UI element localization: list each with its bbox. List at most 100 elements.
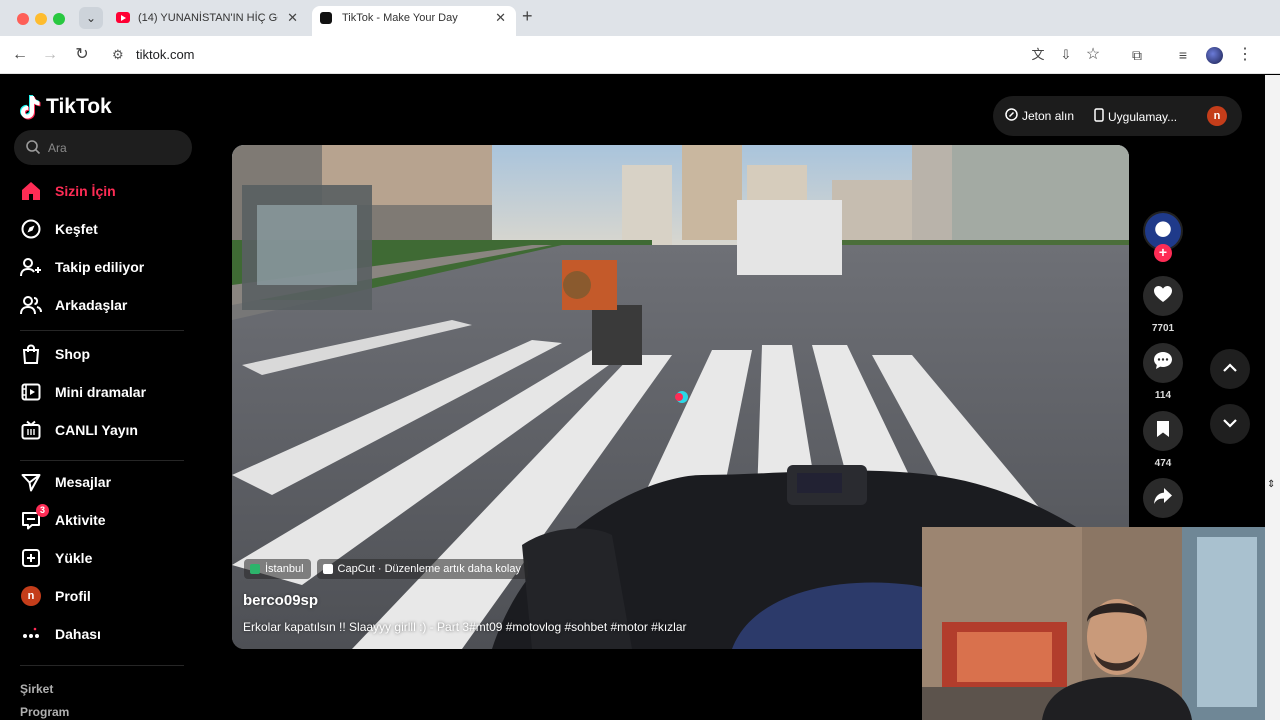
location-tag-label: İstanbul bbox=[265, 563, 304, 575]
user-follow-icon bbox=[20, 256, 42, 278]
capcut-tag[interactable]: CapCut · Düzenleme artık daha kolay bbox=[316, 559, 528, 579]
close-tab-icon[interactable]: ✕ bbox=[495, 6, 506, 30]
save-button[interactable] bbox=[1143, 411, 1183, 451]
upload-plus-icon bbox=[20, 547, 42, 569]
follow-button[interactable]: + bbox=[1154, 244, 1172, 262]
new-tab-button[interactable]: + bbox=[522, 6, 533, 27]
tiktok-note-icon bbox=[20, 94, 42, 120]
youtube-icon bbox=[116, 12, 130, 23]
video-caption: Erkolar kapatılsın !! Slaayyy girlll :) … bbox=[243, 620, 687, 634]
sidebar-item-shop[interactable]: Shop bbox=[20, 340, 90, 368]
sidebar-item-more[interactable]: Dahası bbox=[20, 620, 101, 648]
sidebar-item-explore[interactable]: Keşfet bbox=[20, 215, 98, 243]
back-button[interactable]: ← bbox=[9, 44, 31, 66]
film-icon bbox=[20, 381, 42, 403]
browser-tab-bar: ⌄ (14) YUNANİSTAN'IN HİÇ GÖ ✕ TikTok - M… bbox=[0, 0, 1280, 36]
sidebar-item-mini-dramas[interactable]: Mini dramalar bbox=[20, 378, 146, 406]
browser-profile-avatar[interactable] bbox=[1206, 47, 1223, 64]
sidebar-item-label: Dahası bbox=[55, 626, 101, 642]
browser-menu-icon[interactable]: ⋮ bbox=[1234, 44, 1256, 66]
sidebar-item-profile[interactable]: n Profil bbox=[20, 582, 91, 610]
bookmark-icon bbox=[1156, 420, 1170, 443]
install-app-icon[interactable]: ⇩ bbox=[1055, 44, 1077, 66]
logo-text: TikTok bbox=[46, 95, 112, 118]
close-window-button[interactable] bbox=[17, 13, 29, 25]
share-button[interactable] bbox=[1143, 478, 1183, 518]
browser-tab-youtube[interactable]: (14) YUNANİSTAN'IN HİÇ GÖ ✕ bbox=[108, 6, 308, 36]
search-icon bbox=[25, 139, 41, 155]
sidebar-item-label: Shop bbox=[55, 346, 90, 362]
chevron-down-icon bbox=[1222, 415, 1238, 433]
shopping-bag-icon bbox=[20, 343, 42, 365]
previous-video-button[interactable] bbox=[1210, 349, 1250, 389]
next-video-button[interactable] bbox=[1210, 404, 1250, 444]
sidebar-item-following[interactable]: Takip ediliyor bbox=[20, 253, 144, 281]
comment-count: 114 bbox=[1154, 390, 1172, 401]
sidebar-item-label: Sizin İçin bbox=[55, 183, 116, 199]
video-tags: İstanbul CapCut · Düzenleme artık daha k… bbox=[244, 559, 528, 579]
sidebar-item-for-you[interactable]: Sizin İçin bbox=[20, 177, 116, 205]
sidebar-item-label: Profil bbox=[55, 588, 91, 604]
chevron-down-icon: ⌄ bbox=[85, 11, 97, 25]
comment-button[interactable] bbox=[1143, 343, 1183, 383]
coin-icon bbox=[1005, 108, 1018, 124]
sidebar-item-activity[interactable]: 3 Aktivite bbox=[20, 504, 106, 534]
reload-button[interactable]: ↻ bbox=[71, 44, 93, 66]
forward-button[interactable]: → bbox=[39, 44, 61, 66]
footer-link-company[interactable]: Şirket bbox=[20, 682, 53, 696]
sidebar-item-messages[interactable]: Mesajlar bbox=[20, 468, 111, 496]
more-dots-icon bbox=[20, 623, 42, 645]
get-app-label: Uygulamay... bbox=[1108, 109, 1178, 124]
video-author[interactable]: berco09sp bbox=[243, 592, 318, 609]
home-icon bbox=[20, 180, 42, 202]
share-arrow-icon bbox=[1153, 487, 1173, 510]
sidebar-item-label: Mini dramalar bbox=[55, 384, 147, 400]
capcut-icon bbox=[322, 564, 333, 574]
sidebar-item-label: Yükle bbox=[55, 550, 93, 566]
search-box[interactable] bbox=[14, 130, 192, 165]
location-pin-icon bbox=[250, 564, 260, 574]
sidebar-item-label: Keşfet bbox=[55, 221, 98, 237]
like-button[interactable] bbox=[1143, 276, 1183, 316]
chevron-up-icon bbox=[1222, 360, 1238, 378]
media-control-icon[interactable]: ≡ bbox=[1172, 44, 1194, 66]
get-coins-button[interactable]: Jeton alın bbox=[1005, 108, 1074, 124]
extensions-icon[interactable]: ⧉ bbox=[1126, 44, 1148, 66]
location-tag[interactable]: İstanbul bbox=[244, 559, 311, 579]
address-bar[interactable]: ⚙ tiktok.com bbox=[104, 41, 1114, 69]
maximize-window-button[interactable] bbox=[53, 13, 65, 25]
get-app-button[interactable]: Uygulamay... bbox=[1094, 108, 1177, 125]
search-input[interactable] bbox=[48, 138, 178, 158]
site-info-icon[interactable]: ⚙ bbox=[112, 47, 124, 63]
tiktok-page: TikTok Sizin İçin Keşfet Takip ediliyor bbox=[0, 75, 1265, 720]
tab-search-button[interactable]: ⌄ bbox=[79, 7, 103, 29]
sidebar-item-label: Arkadaşlar bbox=[55, 297, 128, 313]
tiktok-icon bbox=[320, 12, 332, 24]
browser-tab-tiktok[interactable]: TikTok - Make Your Day ✕ bbox=[312, 6, 516, 36]
capcut-tag-label: CapCut · Düzenleme artık daha kolay bbox=[337, 563, 521, 575]
phone-icon bbox=[1094, 108, 1104, 125]
bookmark-star-icon[interactable]: ☆ bbox=[1082, 44, 1104, 66]
tab-title: (14) YUNANİSTAN'IN HİÇ GÖ bbox=[138, 12, 278, 24]
tab-title: TikTok - Make Your Day bbox=[342, 12, 458, 24]
tiktok-logo[interactable]: TikTok bbox=[20, 93, 112, 121]
account-avatar[interactable]: n bbox=[1207, 106, 1227, 126]
sidebar-item-label: Takip ediliyor bbox=[55, 259, 145, 275]
sidebar-item-live[interactable]: CANLI Yayın bbox=[20, 416, 138, 444]
profile-avatar: n bbox=[20, 585, 42, 607]
sidebar-item-label: Aktivite bbox=[55, 512, 106, 528]
heart-icon bbox=[1153, 285, 1173, 308]
minimize-window-button[interactable] bbox=[35, 13, 47, 25]
comment-icon bbox=[1153, 351, 1173, 375]
sidebar-item-upload[interactable]: Yükle bbox=[20, 544, 92, 572]
sidebar-item-friends[interactable]: Arkadaşlar bbox=[20, 291, 127, 319]
top-actions-bar: Jeton alın Uygulamay... n bbox=[993, 96, 1242, 136]
sidebar-divider bbox=[20, 460, 184, 461]
page-scrollbar[interactable]: ⇕ bbox=[1265, 75, 1280, 720]
close-tab-icon[interactable]: ✕ bbox=[287, 6, 298, 30]
resize-handle-icon: ⇕ bbox=[1267, 479, 1276, 490]
webcam-image bbox=[922, 527, 1265, 720]
sidebar-item-label: Mesajlar bbox=[55, 474, 112, 490]
translate-icon[interactable]: 文 bbox=[1027, 44, 1049, 66]
footer-link-program[interactable]: Program bbox=[20, 705, 69, 719]
